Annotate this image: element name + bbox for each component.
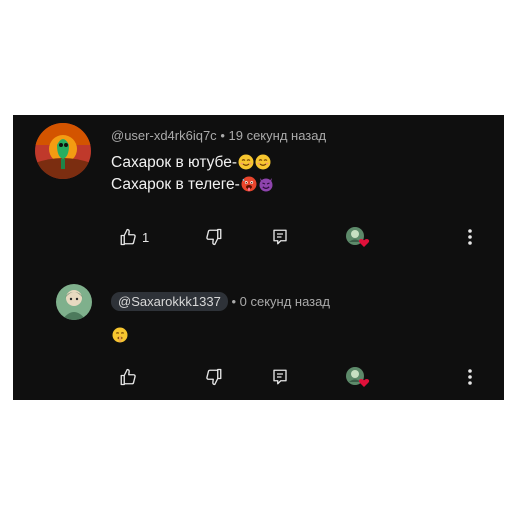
creator-heart-icon <box>345 366 371 388</box>
like-count: 1 <box>142 229 150 245</box>
purple-devil-emoji <box>258 176 274 192</box>
reply-icon <box>271 228 289 246</box>
more-options-button[interactable] <box>467 366 473 388</box>
smiling-face-emoji <box>255 154 271 170</box>
comment-actions <box>119 366 479 388</box>
creator-heart-icon <box>345 226 371 248</box>
author-handle-pill[interactable]: @Saxarokkk1337 <box>111 292 228 311</box>
thumbs-down-icon <box>205 228 223 246</box>
comment-line <box>111 327 128 345</box>
like-button[interactable]: 1 <box>119 226 149 248</box>
reply-button[interactable] <box>271 226 289 248</box>
thumbs-up-icon <box>119 228 137 246</box>
creator-heart[interactable] <box>345 366 371 388</box>
like-button[interactable] <box>119 366 142 388</box>
avatar[interactable] <box>56 284 92 320</box>
thumbs-down-icon <box>205 368 223 386</box>
comment-text: Сахарок в телеге- <box>111 176 240 193</box>
reply-button[interactable] <box>271 366 289 388</box>
shushing-face-emoji <box>112 327 128 343</box>
comment-text: Сахарок в ютубе- <box>111 154 238 171</box>
comment-meta: @user-xd4rk6iq7c • 19 секунд назад <box>111 127 326 143</box>
comment-actions: 1 <box>119 226 479 248</box>
smiling-face-emoji <box>238 154 254 170</box>
comment-line: Сахарок в ютубе- <box>111 154 271 172</box>
meta-separator: • <box>231 294 236 309</box>
more-vert-icon <box>467 368 473 386</box>
avatar[interactable] <box>35 123 91 179</box>
author-handle[interactable]: @user-xd4rk6iq7c <box>111 128 217 143</box>
more-vert-icon <box>467 228 473 246</box>
dislike-button[interactable] <box>205 226 223 248</box>
comment-timestamp[interactable]: 19 секунд назад <box>229 128 327 143</box>
thumbs-up-icon <box>119 368 137 386</box>
hot-face-emoji <box>241 176 257 192</box>
comment-timestamp[interactable]: 0 секунд назад <box>240 294 330 309</box>
comment-line: Сахарок в телеге- <box>111 176 274 194</box>
comment-meta: @Saxarokkk1337 • 0 секунд назад <box>111 292 330 311</box>
dislike-button[interactable] <box>205 366 223 388</box>
meta-separator: • <box>220 128 225 144</box>
creator-heart[interactable] <box>345 226 371 248</box>
comments-screenshot: @user-xd4rk6iq7c • 19 секунд назад Сахар… <box>13 115 504 400</box>
reply-icon <box>271 368 289 386</box>
more-options-button[interactable] <box>467 226 473 248</box>
